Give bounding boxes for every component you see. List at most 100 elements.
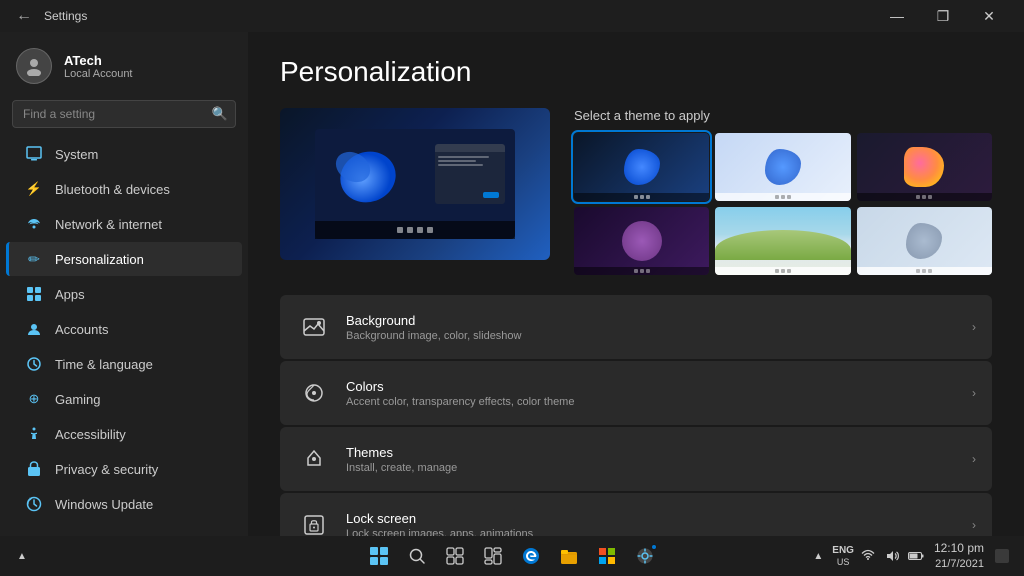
clock-date: 21/7/2021 — [934, 557, 984, 572]
personalization-icon: ✏ — [25, 250, 43, 268]
privacy-icon — [25, 460, 43, 478]
taskbar-settings-icon[interactable] — [629, 540, 661, 572]
window-controls: — ❐ ✕ — [874, 0, 1012, 32]
taskbar-taskview[interactable] — [439, 540, 471, 572]
taskbar-search[interactable] — [401, 540, 433, 572]
sidebar-item-network[interactable]: Network & internet — [6, 207, 242, 241]
sidebar-item-bluetooth[interactable]: ⚡ Bluetooth & devices — [6, 172, 242, 206]
taskbar-chevron-up[interactable]: ▲ — [12, 546, 32, 566]
preview-taskbar — [315, 221, 515, 239]
sidebar-item-label-apps: Apps — [55, 287, 85, 302]
content-area: Personalization — [248, 32, 1024, 536]
language-indicator[interactable]: ENG US — [832, 544, 854, 569]
settings-item-colors[interactable]: Colors Accent color, transparency effect… — [280, 361, 992, 425]
sidebar-item-accounts[interactable]: Accounts — [6, 312, 242, 346]
taskbar: ▲ — [0, 536, 1024, 576]
theme-item-6[interactable] — [857, 207, 992, 275]
themes-icon — [296, 441, 332, 477]
lockscreen-title: Lock screen — [346, 511, 972, 526]
close-button[interactable]: ✕ — [966, 0, 1012, 32]
taskbar-explorer[interactable] — [553, 540, 585, 572]
taskbar-store[interactable] — [591, 540, 623, 572]
taskbar-clock[interactable]: 12:10 pm 21/7/2021 — [934, 540, 984, 572]
sidebar-nav: System ⚡ Bluetooth & devices Network & i… — [0, 136, 248, 528]
background-title: Background — [346, 313, 972, 328]
sidebar-item-time[interactable]: Time & language — [6, 347, 242, 381]
title-bar-left: ← Settings — [12, 4, 87, 28]
sidebar-item-accessibility[interactable]: Accessibility — [6, 417, 242, 451]
search-icon: 🔍 — [212, 106, 228, 122]
theme-grid — [574, 133, 992, 275]
search-input[interactable] — [12, 100, 236, 128]
theme-item-2[interactable] — [715, 133, 850, 201]
sidebar-item-label-bluetooth: Bluetooth & devices — [55, 182, 170, 197]
themes-sub: Install, create, manage — [346, 462, 972, 474]
sidebar-item-personalization[interactable]: ✏ Personalization — [6, 242, 242, 276]
bluetooth-icon: ⚡ — [25, 180, 43, 198]
start-button[interactable] — [363, 540, 395, 572]
avatar — [16, 48, 52, 84]
app-title: Settings — [44, 9, 87, 23]
preview-window — [435, 144, 505, 204]
lockscreen-text: Lock screen Lock screen images, apps, an… — [346, 511, 972, 537]
sidebar-item-apps[interactable]: Apps — [6, 277, 242, 311]
app-body: ATech Local Account 🔍 System ⚡ Bluetooth… — [0, 32, 1024, 536]
sidebar-item-label-personalization: Personalization — [55, 252, 144, 267]
system-icon — [25, 145, 43, 163]
accessibility-icon — [25, 425, 43, 443]
theme-item-5[interactable] — [715, 207, 850, 275]
sidebar-item-label-update: Windows Update — [55, 497, 153, 512]
taskbar-left: ▲ — [12, 546, 32, 566]
volume-icon[interactable] — [882, 546, 902, 566]
themes-title: Themes — [346, 445, 972, 460]
sidebar-item-label-accounts: Accounts — [55, 322, 108, 337]
profile-info: ATech Local Account — [64, 53, 133, 80]
page-title: Personalization — [280, 56, 992, 88]
profile-section: ATech Local Account — [0, 32, 248, 96]
theme-item-3[interactable] — [857, 133, 992, 201]
battery-icon[interactable] — [906, 546, 926, 566]
theme-select-label: Select a theme to apply — [574, 108, 992, 123]
lockscreen-icon — [296, 507, 332, 536]
sidebar-item-label-accessibility: Accessibility — [55, 427, 126, 442]
minimize-button[interactable]: — — [874, 0, 920, 32]
accounts-icon — [25, 320, 43, 338]
settings-list: Background Background image, color, slid… — [280, 295, 992, 536]
sidebar: ATech Local Account 🔍 System ⚡ Bluetooth… — [0, 32, 248, 536]
tray-chevron[interactable]: ▲ — [808, 546, 828, 566]
settings-item-background[interactable]: Background Background image, color, slid… — [280, 295, 992, 359]
colors-chevron: › — [972, 386, 976, 400]
settings-item-themes[interactable]: Themes Install, create, manage › — [280, 427, 992, 491]
notification-icon[interactable] — [992, 546, 1012, 566]
taskbar-edge[interactable] — [515, 540, 547, 572]
lockscreen-sub: Lock screen images, apps, animations — [346, 528, 972, 537]
lockscreen-chevron: › — [972, 518, 976, 532]
sidebar-item-update[interactable]: Windows Update — [6, 487, 242, 521]
sidebar-item-system[interactable]: System — [6, 137, 242, 171]
theme-select-area: Select a theme to apply — [574, 108, 992, 275]
settings-item-lockscreen[interactable]: Lock screen Lock screen images, apps, an… — [280, 493, 992, 536]
time-icon — [25, 355, 43, 373]
sidebar-item-privacy[interactable]: Privacy & security — [6, 452, 242, 486]
sidebar-item-label-network: Network & internet — [55, 217, 162, 232]
sidebar-item-gaming[interactable]: ⊕ Gaming — [6, 382, 242, 416]
taskbar-right: ▲ ENG US — [808, 540, 1012, 572]
profile-sub: Local Account — [64, 68, 133, 80]
preview-inner — [315, 129, 515, 239]
theme-item-1[interactable] — [574, 133, 709, 201]
colors-text: Colors Accent color, transparency effect… — [346, 379, 972, 408]
background-chevron: › — [972, 320, 976, 334]
theme-item-4[interactable] — [574, 207, 709, 275]
search-box: 🔍 — [12, 100, 236, 128]
maximize-button[interactable]: ❐ — [920, 0, 966, 32]
wifi-icon[interactable] — [858, 546, 878, 566]
colors-icon — [296, 375, 332, 411]
taskbar-center — [363, 540, 661, 572]
background-sub: Background image, color, slideshow — [346, 330, 972, 342]
colors-title: Colors — [346, 379, 972, 394]
title-bar: ← Settings — ❐ ✕ — [0, 0, 1024, 32]
themes-chevron: › — [972, 452, 976, 466]
back-button[interactable]: ← — [12, 4, 36, 28]
taskbar-widgets[interactable] — [477, 540, 509, 572]
background-icon — [296, 309, 332, 345]
